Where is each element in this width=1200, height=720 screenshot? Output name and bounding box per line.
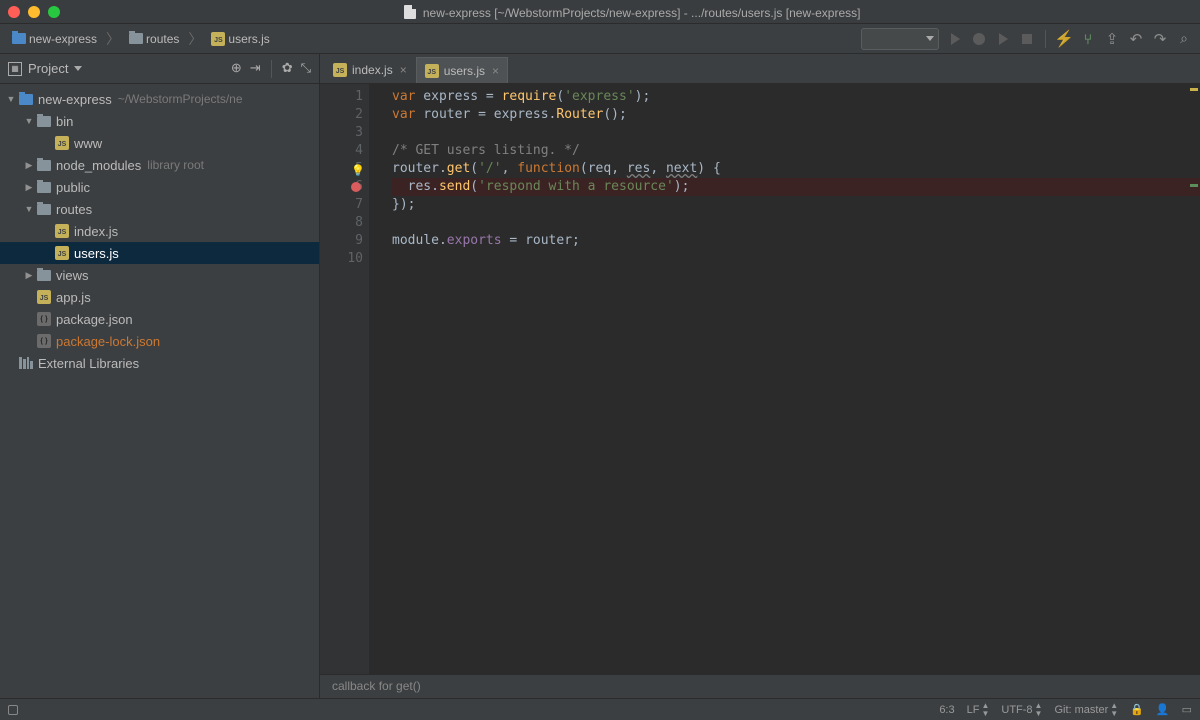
gear-icon[interactable]: ✿	[282, 60, 293, 78]
coverage-button[interactable]	[995, 31, 1011, 47]
window-title: new-express [~/WebstormProjects/new-expr…	[72, 3, 1192, 20]
tree-item[interactable]: ▶views	[0, 264, 319, 286]
branch-icon: ⑂	[1084, 31, 1092, 47]
inspect-button[interactable]: ⚡	[1056, 31, 1072, 47]
tree-item[interactable]: ▼new-express~/WebstormProjects/ne	[0, 88, 319, 110]
tree-item[interactable]: JSwww	[0, 132, 319, 154]
project-tool-label: Project	[28, 61, 68, 76]
stop-button[interactable]	[1019, 31, 1035, 47]
footer-hint-text: callback for get()	[332, 679, 421, 693]
window-title-text: new-express [~/WebstormProjects/new-expr…	[423, 6, 861, 20]
tree-item[interactable]: { }package-lock.json	[0, 330, 319, 352]
code-content[interactable]: var express = require('express');var rou…	[370, 84, 1200, 674]
git-branch[interactable]: Git: master▲▼	[1054, 702, 1118, 718]
undo-icon: ↶	[1130, 30, 1143, 48]
chevron-down-icon	[926, 36, 934, 41]
undo-button[interactable]: ↶	[1128, 31, 1144, 47]
tree-item[interactable]: External Libraries	[0, 352, 319, 374]
run-button[interactable]	[947, 31, 963, 47]
tree-item[interactable]: ▶public	[0, 176, 319, 198]
breadcrumb: new-express〉 routes〉JS users.js	[8, 29, 274, 49]
play-icon	[951, 33, 960, 45]
tree-item[interactable]: ▼bin	[0, 110, 319, 132]
warning-marker[interactable]	[1190, 88, 1198, 91]
error-stripe[interactable]	[1188, 84, 1200, 674]
window-controls	[8, 6, 60, 18]
tree-item[interactable]: ▶node_moduleslibrary root	[0, 154, 319, 176]
project-tree[interactable]: ▼new-express~/WebstormProjects/ne▼binJSw…	[0, 84, 319, 698]
run-config-dropdown[interactable]	[861, 28, 939, 50]
search-button[interactable]: ⌕	[1176, 31, 1192, 47]
stop-icon	[1022, 34, 1032, 44]
breadcrumb-item[interactable]: JS users.js	[207, 30, 273, 48]
lightning-icon: ⚡	[1054, 29, 1074, 49]
vcs-update-button[interactable]: ⑂	[1080, 31, 1096, 47]
line-separator[interactable]: LF▲▼	[967, 702, 990, 718]
project-tool-actions: ⊕ ⇥ ✿ ⤡	[231, 60, 311, 78]
zoom-window-button[interactable]	[48, 6, 60, 18]
tree-item[interactable]: { }package.json	[0, 308, 319, 330]
bug-icon	[973, 33, 985, 45]
tool-window-icon[interactable]	[8, 705, 18, 715]
breadcrumb-item[interactable]: new-express	[8, 30, 101, 48]
toolbar: ⚡ ⑂ ⇪ ↶ ↷ ⌕	[861, 28, 1192, 50]
locate-icon[interactable]: ⊕	[231, 60, 242, 78]
file-icon	[404, 5, 416, 19]
project-tool-icon: ▦	[8, 62, 22, 76]
navigation-bar: new-express〉 routes〉JS users.js ⚡ ⑂ ⇪ ↶ …	[0, 24, 1200, 54]
redo-button[interactable]: ↷	[1152, 31, 1168, 47]
file-encoding[interactable]: UTF-8▲▼	[1001, 702, 1042, 718]
caret-position[interactable]: 6:3	[939, 704, 954, 716]
breakpoint-icon[interactable]	[351, 182, 361, 192]
hector-icon[interactable]: 👤	[1156, 703, 1170, 716]
breadcrumb-footer: callback for get()	[320, 674, 1200, 698]
chevron-right-icon: 〉	[187, 29, 203, 49]
tree-item[interactable]: JSusers.js	[0, 242, 319, 264]
collapse-icon[interactable]: ⇥	[250, 60, 261, 78]
close-tab-icon[interactable]: ×	[492, 64, 499, 78]
code-editor[interactable]: 12345💡678910 var express = require('expr…	[320, 84, 1200, 674]
minimize-window-button[interactable]	[28, 6, 40, 18]
close-window-button[interactable]	[8, 6, 20, 18]
editor-tab[interactable]: JSusers.js×	[416, 57, 508, 83]
gutter[interactable]: 12345💡678910	[320, 84, 370, 674]
hide-icon[interactable]: ⤡	[301, 60, 311, 78]
debug-button[interactable]	[971, 31, 987, 47]
commit-icon: ⇪	[1106, 30, 1119, 48]
redo-icon: ↷	[1154, 30, 1167, 48]
status-bar: 6:3 LF▲▼ UTF-8▲▼ Git: master▲▼ 🔒 👤 ▭	[0, 698, 1200, 720]
search-icon: ⌕	[1180, 30, 1188, 47]
project-sidebar: ▦ Project ⊕ ⇥ ✿ ⤡ ▼new-express~/Webstorm…	[0, 54, 320, 698]
tree-item[interactable]: ▼routes	[0, 198, 319, 220]
tree-item[interactable]: JSapp.js	[0, 286, 319, 308]
editor-area: JSindex.js×JSusers.js× 12345💡678910 var …	[320, 54, 1200, 698]
lock-icon[interactable]: 🔒	[1130, 703, 1144, 716]
editor-tabs: JSindex.js×JSusers.js×	[320, 54, 1200, 84]
main-split: ▦ Project ⊕ ⇥ ✿ ⤡ ▼new-express~/Webstorm…	[0, 54, 1200, 698]
chevron-right-icon: 〉	[105, 29, 121, 49]
editor-tab[interactable]: JSindex.js×	[324, 57, 416, 83]
close-tab-icon[interactable]: ×	[400, 63, 407, 77]
vcs-commit-button[interactable]: ⇪	[1104, 31, 1120, 47]
project-view-dropdown[interactable]	[74, 66, 82, 71]
ok-marker[interactable]	[1190, 184, 1198, 187]
project-tool-header[interactable]: ▦ Project ⊕ ⇥ ✿ ⤡	[0, 54, 319, 84]
tree-item[interactable]: JSindex.js	[0, 220, 319, 242]
separator	[1045, 30, 1046, 48]
memory-icon[interactable]: ▭	[1182, 703, 1192, 716]
play-shield-icon	[999, 33, 1008, 45]
title-bar: new-express [~/WebstormProjects/new-expr…	[0, 0, 1200, 24]
breadcrumb-item[interactable]: routes	[125, 30, 183, 48]
